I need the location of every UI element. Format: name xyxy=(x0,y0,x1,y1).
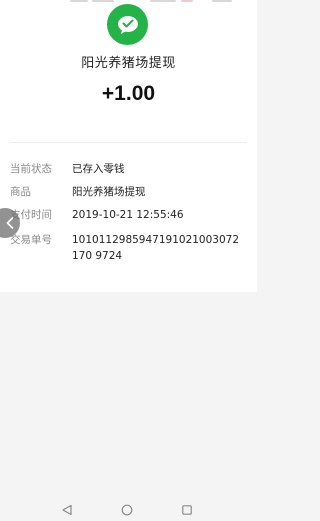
nav-recent-apps-button[interactable] xyxy=(180,503,194,517)
merchant-name: 阳光养猪场提现 xyxy=(81,56,176,71)
product-label: 商品 xyxy=(10,186,31,198)
faded-text-fragment xyxy=(70,0,88,2)
triangle-back-icon xyxy=(62,504,72,516)
product-value: 阳光养猪场提现 xyxy=(72,186,146,198)
faded-text-fragment xyxy=(150,0,176,2)
wechat-pay-icon xyxy=(107,4,148,45)
status-label: 当前状态 xyxy=(10,163,52,175)
chevron-left-icon xyxy=(6,217,14,229)
circle-home-icon xyxy=(121,504,133,516)
payment-amount: +1.00 xyxy=(101,82,156,105)
pay-time-value: 2019-10-21 12:55:46 xyxy=(72,209,184,221)
payment-detail-page: 阳光养猪场提现 +1.00 当前状态 已存入零钱 商品 阳光养猪场提现 支付时间… xyxy=(0,0,257,521)
nav-back-button[interactable] xyxy=(60,503,74,517)
faded-text-fragment xyxy=(212,0,232,2)
divider xyxy=(10,142,247,143)
faded-text-fragment xyxy=(181,0,193,2)
transaction-number-value[interactable]: 1010112985947191021003072170 9724 xyxy=(72,232,244,264)
nav-home-button[interactable] xyxy=(120,503,134,517)
system-navigation-bar xyxy=(0,497,257,521)
faded-text-fragment xyxy=(92,0,114,2)
square-recent-icon xyxy=(182,505,192,515)
status-value: 已存入零钱 xyxy=(72,163,125,175)
detail-card: 阳光养猪场提现 +1.00 当前状态 已存入零钱 商品 阳光养猪场提现 支付时间… xyxy=(0,0,257,292)
transaction-number-label: 交易单号 xyxy=(10,234,52,246)
